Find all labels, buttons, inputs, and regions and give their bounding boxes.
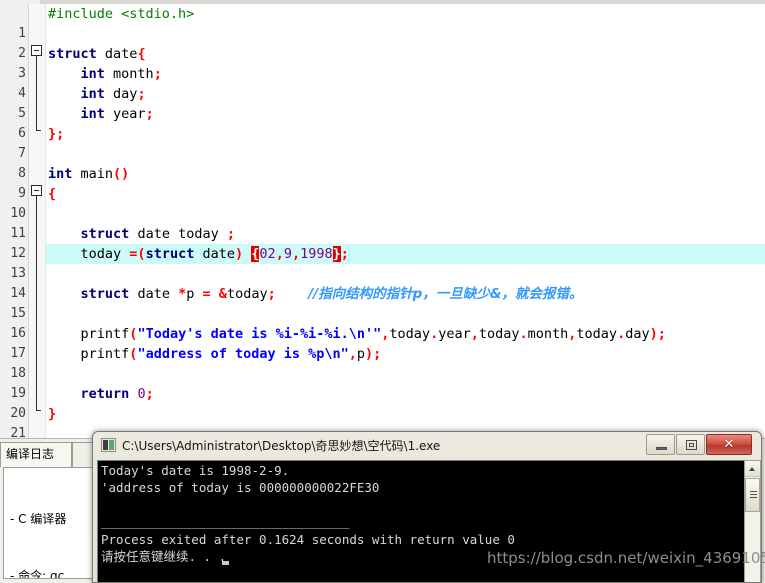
code-text: int month;: [80, 66, 162, 82]
code-line-9[interactable]: 9 int main(): [0, 164, 765, 201]
code-line-10[interactable]: 10 {: [0, 184, 765, 221]
console-title: C:\Users\Administrator\Desktop\奇思妙想\空代码\…: [122, 439, 441, 453]
console-titlebar[interactable]: C:\Users\Administrator\Desktop\奇思妙想\空代码\…: [93, 432, 761, 459]
maximize-icon: [686, 440, 697, 450]
fold-guide-struct-foot: [36, 130, 41, 131]
code-text: today =(struct date) {02,9,1998};: [46, 244, 765, 264]
code-editor[interactable]: 1 #include <stdio.h> 2 3 struct date{ 4 …: [0, 4, 765, 438]
fold-guide-struct: [36, 56, 37, 130]
console-line: 'address of today is 000000000022FE30: [101, 480, 380, 495]
maximize-button[interactable]: [676, 434, 705, 455]
code-text: printf("address of today is %p\n",p);: [80, 346, 382, 362]
tab-compile-log[interactable]: 编译日志: [0, 442, 72, 467]
code-line-1[interactable]: 1 #include <stdio.h>: [0, 4, 765, 41]
scroll-up-arrow-icon[interactable]: [745, 461, 760, 477]
code-line-17[interactable]: 17 printf("Today's date is %i-%i-%i.\n'"…: [0, 324, 765, 361]
scrollbar-grip-icon: [750, 491, 757, 498]
close-button[interactable]: ✕: [706, 434, 752, 455]
code-text: struct date *p = &today; //指向结构的指针p，一旦缺少…: [80, 286, 583, 302]
code-text: return 0;: [80, 386, 154, 402]
code-text: printf("Today's date is %i-%i-%i.\n'",to…: [80, 326, 666, 342]
code-text: struct date{: [48, 46, 146, 62]
code-line-3[interactable]: 3 struct date{: [0, 44, 765, 81]
console-app-icon: [101, 438, 116, 452]
fold-toggle-struct-icon[interactable]: [31, 45, 42, 56]
code-text: int day;: [80, 86, 146, 102]
fold-guide-main: [36, 196, 37, 410]
app-window: 1 #include <stdio.h> 2 3 struct date{ 4 …: [0, 0, 765, 583]
code-text: struct date today ;: [80, 226, 235, 242]
code-line-2[interactable]: 2: [0, 24, 765, 61]
inline-comment: //指向结构的指针p，一旦缺少&，就会报错。: [308, 286, 583, 302]
code-line-18[interactable]: 18 printf("address of today is %p\n",p);: [0, 344, 765, 381]
code-line-7[interactable]: 7 };: [0, 124, 765, 161]
close-icon: ✕: [723, 437, 735, 452]
code-line-15[interactable]: 15 struct date *p = &today; //指向结构的指针p，一…: [0, 284, 765, 321]
scrollbar-thumb[interactable]: [745, 478, 760, 512]
code-line-4[interactable]: 4 int month;: [0, 64, 765, 101]
fold-guide-main-foot: [36, 410, 41, 411]
code-text: int year;: [80, 106, 154, 122]
console-line: 请按任意键继续. . .: [101, 549, 227, 564]
fold-toggle-main-icon[interactable]: [31, 185, 42, 196]
console-cursor: [222, 561, 229, 565]
code-line-13[interactable]: 13 today =(struct date) {02,9,1998};: [0, 244, 765, 281]
code-line-14[interactable]: 14: [0, 264, 765, 301]
code-text: }: [48, 406, 57, 422]
line-number: 21: [10, 426, 26, 438]
code-line-6[interactable]: 6 int year;: [0, 104, 765, 141]
console-line: Today's date is 1998-2-9.: [101, 463, 290, 478]
console-line: Process exited after 0.1624 seconds with…: [101, 532, 515, 547]
code-text: };: [48, 126, 65, 142]
tab-compile-log-label: 编译日志: [6, 447, 55, 461]
code-line-8[interactable]: 8: [0, 144, 765, 181]
minimize-button[interactable]: [646, 434, 675, 455]
console-line: _________________________________: [101, 514, 350, 529]
code-line-20[interactable]: 20 return 0;: [0, 384, 765, 421]
csdn-watermark: https://blog.csdn.net/weixin_43691058: [487, 549, 765, 567]
code-text: #include <stdio.h>: [48, 6, 195, 22]
code-line-16[interactable]: 16: [0, 304, 765, 341]
code-line-11[interactable]: 11: [0, 204, 765, 241]
code-text: int main(): [48, 166, 130, 182]
code-text: {: [48, 186, 57, 202]
code-line-19[interactable]: 19: [0, 364, 765, 401]
code-line-12[interactable]: 12 struct date today ;: [0, 224, 765, 261]
minimize-icon: [656, 447, 667, 450]
code-line-21[interactable]: 21 }: [0, 404, 765, 438]
code-line-5[interactable]: 5 int day;: [0, 84, 765, 121]
